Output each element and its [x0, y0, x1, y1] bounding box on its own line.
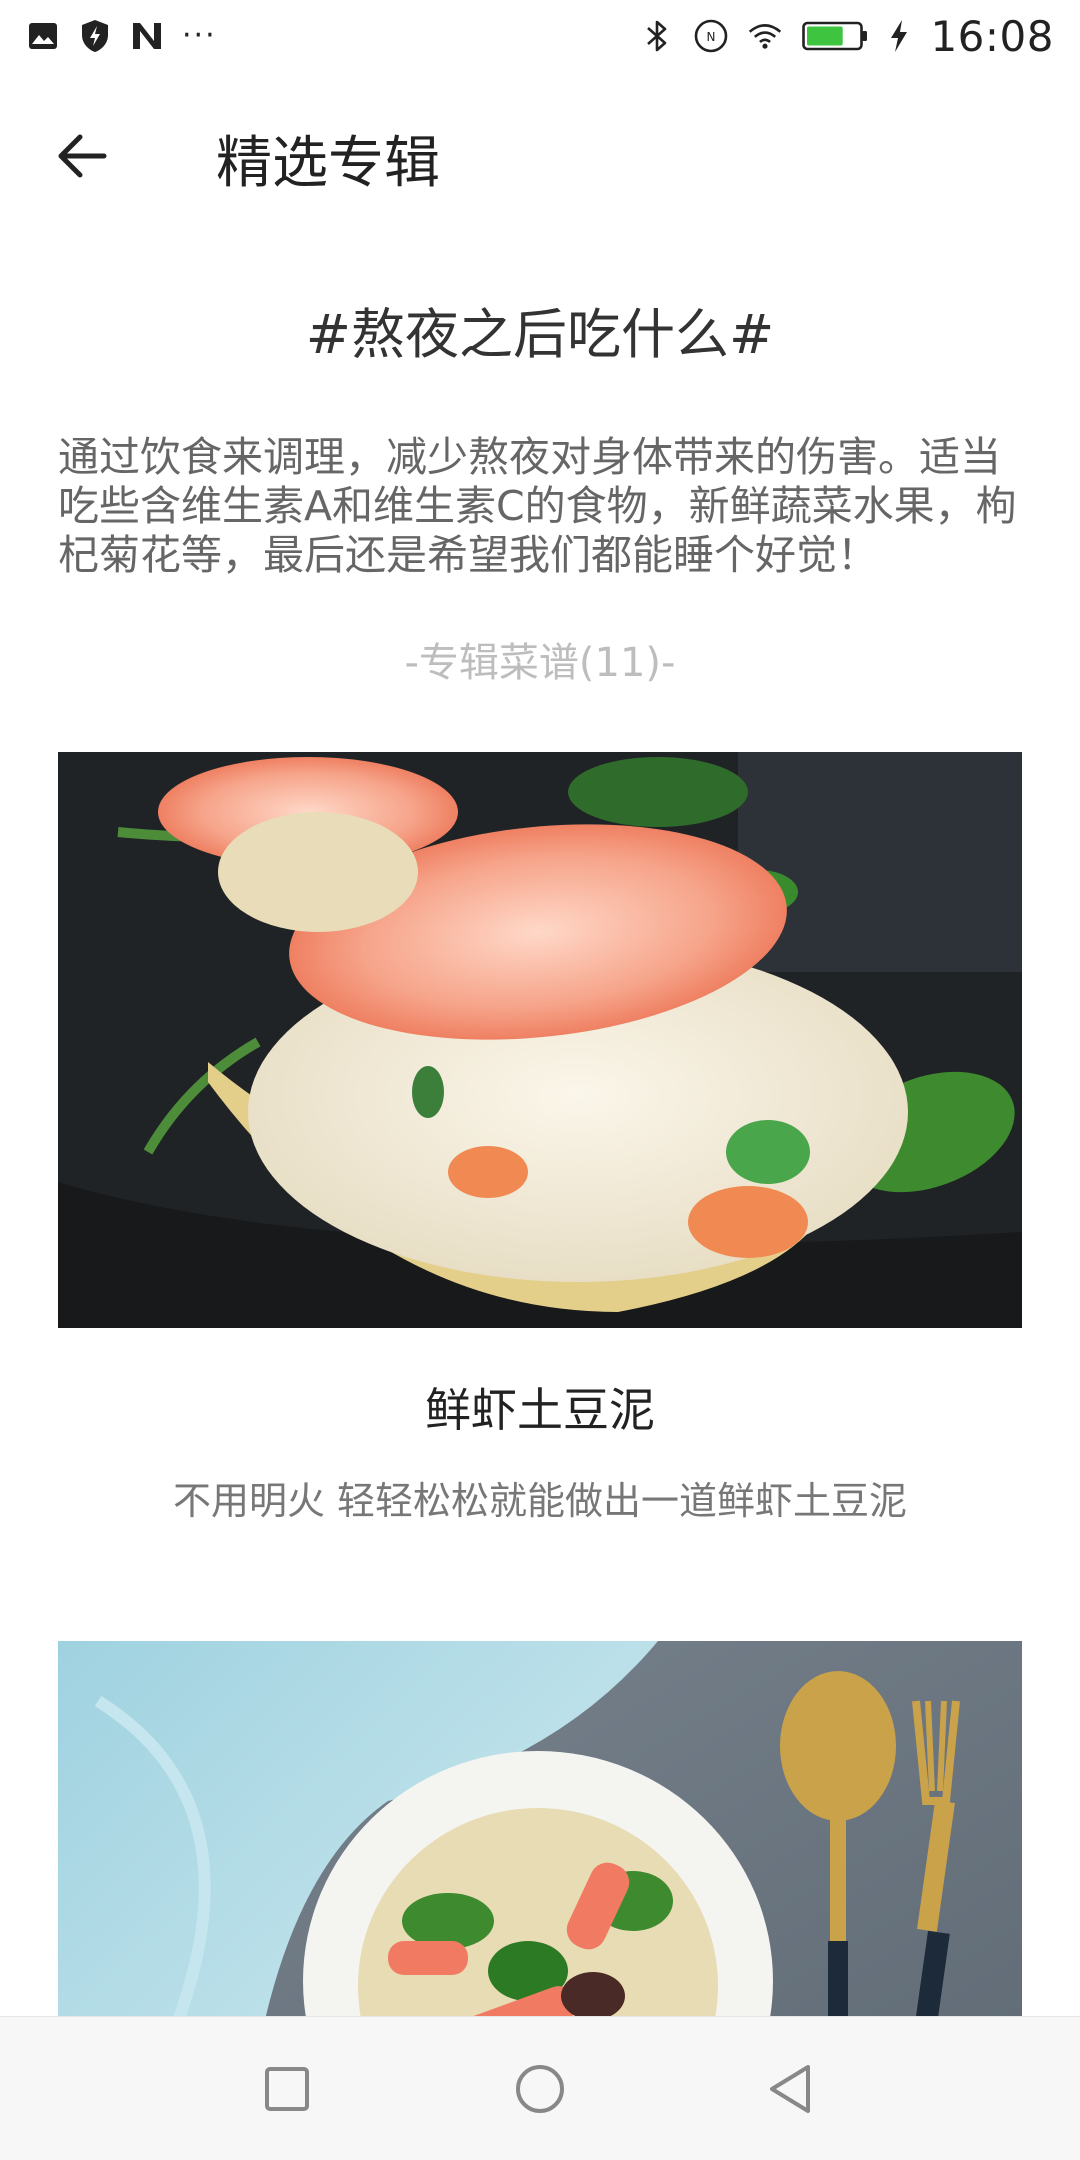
status-bar: ··· N 16:08: [0, 0, 1080, 72]
recipe-count-label: -专辑菜谱(11)-: [404, 640, 676, 686]
recipe-card[interactable]: [58, 1641, 1022, 2016]
bluetooth-icon: [640, 19, 674, 53]
n-logo-icon: [130, 19, 164, 53]
battery-icon: [802, 20, 868, 52]
more-notifications-icon: ···: [182, 18, 217, 53]
recipe-title: 鲜虾土豆泥: [425, 1383, 655, 1437]
square-icon: [265, 2067, 309, 2111]
circle-icon: [516, 2065, 564, 2113]
shield-bolt-icon: [78, 19, 112, 53]
home-button[interactable]: [510, 2059, 570, 2119]
topic-description: 通过饮食来调理，减少熬夜对身体带来的伤害。适当吃些含维生素A和维生素C的食物，新…: [58, 433, 1017, 579]
back-nav-button[interactable]: [760, 2059, 820, 2119]
content-scroll-area[interactable]: #熬夜之后吃什么# 通过饮食来调理，减少熬夜对身体带来的伤害。适当吃些含维生素A…: [0, 230, 1080, 2016]
svg-text:N: N: [707, 30, 716, 44]
triangle-back-icon: [770, 2065, 810, 2113]
recent-apps-button[interactable]: [257, 2059, 317, 2119]
arrow-left-icon: [58, 134, 107, 178]
back-button[interactable]: [52, 126, 112, 186]
page-title: 精选专辑: [216, 131, 440, 196]
status-time: 16:08: [930, 11, 1054, 61]
recipe-subtitle: 不用明火 轻轻松松就能做出一道鲜虾土豆泥: [172, 1479, 908, 1523]
screen: ··· N 16:08 精选专辑 #熬夜之后吃什么# 通过饮食来调理，减少熬夜对…: [0, 0, 1080, 2160]
recipe-image-shrimp-mashed-potato[interactable]: [58, 752, 1022, 1328]
status-left: ···: [26, 19, 217, 53]
charging-icon: [888, 19, 910, 53]
recipe-image-vegetable-salad[interactable]: [58, 1641, 1022, 2016]
nfc-icon: N: [694, 19, 728, 53]
recipe-card[interactable]: 鲜虾土豆泥 不用明火 轻轻松松就能做出一道鲜虾土豆泥: [58, 752, 1022, 1525]
system-navigation-bar: [0, 2016, 1080, 2160]
topic-title: #熬夜之后吃什么#: [305, 303, 775, 366]
status-right: N 16:08: [640, 12, 1054, 61]
gallery-icon: [26, 19, 60, 53]
app-bar: 精选专辑: [0, 80, 1080, 230]
wifi-icon: [748, 19, 782, 53]
